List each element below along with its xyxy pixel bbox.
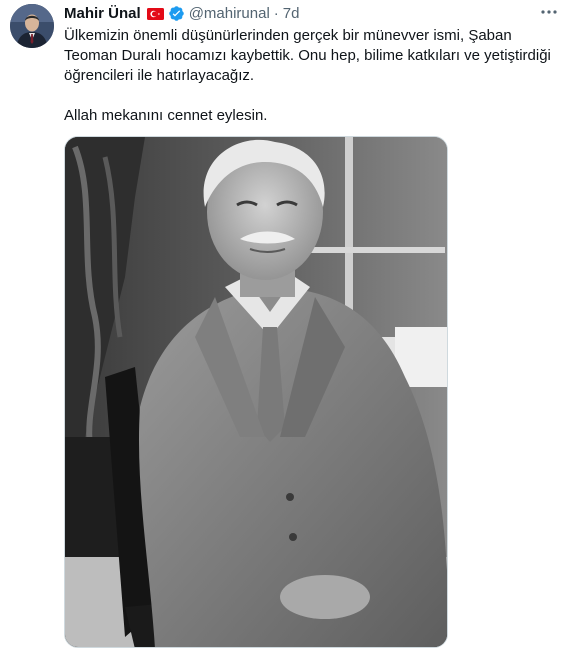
tweet-text-paragraph: Ülkemizin önemli düşünürlerinden gerçek … <box>64 27 551 84</box>
author-avatar[interactable] <box>10 4 54 48</box>
turkey-flag-icon <box>146 7 164 20</box>
verified-badge-icon[interactable] <box>168 5 185 22</box>
separator-dot: · <box>273 4 279 22</box>
author-handle[interactable]: @mahirunal <box>189 5 270 22</box>
tweet-photo[interactable] <box>64 136 448 648</box>
more-options-icon <box>541 10 557 14</box>
tweet-timestamp[interactable]: 7d <box>283 5 300 22</box>
author-name[interactable]: Mahir Ünal <box>64 5 141 22</box>
portrait-photo <box>65 137 447 647</box>
more-options-button[interactable] <box>537 2 561 22</box>
tweet-text-paragraph: Allah mekanını cennet eylesin. <box>64 107 268 124</box>
avatar-image <box>10 4 54 48</box>
tweet: Mahir Ünal @mahirunal · 7d Ülkemizin öne… <box>0 0 571 653</box>
tweet-header: Mahir Ünal @mahirunal · 7d <box>64 3 299 23</box>
tweet-text: Ülkemizin önemli düşünürlerinden gerçek … <box>64 26 564 126</box>
